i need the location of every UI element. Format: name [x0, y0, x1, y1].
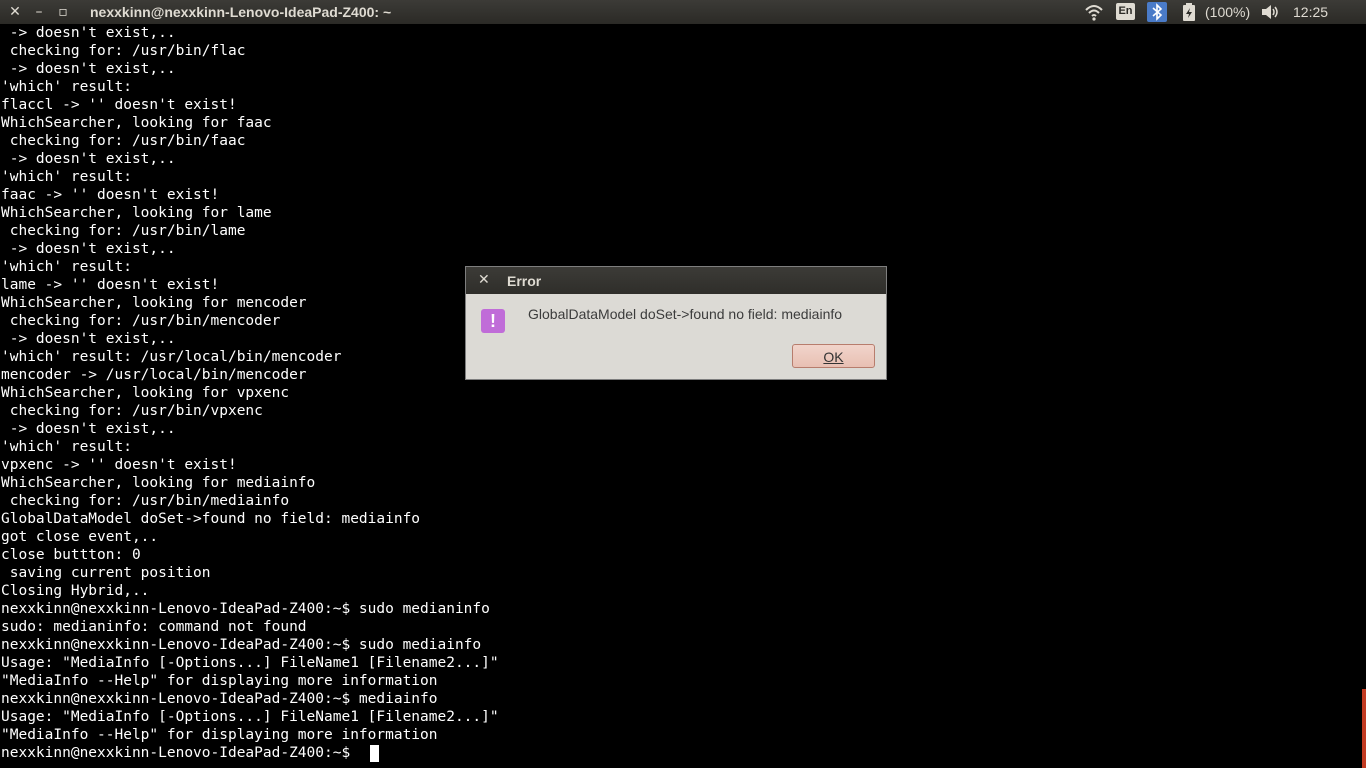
terminal-line: checking for: /usr/bin/vpxenc [1, 403, 263, 419]
terminal-line: flaccl -> '' doesn't exist! [1, 97, 237, 113]
terminal-line: -> doesn't exist,.. [1, 61, 176, 77]
terminal-line: 'which' result: [1, 169, 132, 185]
terminal-line: lame -> '' doesn't exist! [1, 277, 220, 293]
terminal-line: 'which' result: /usr/local/bin/mencoder [1, 349, 342, 365]
terminal-line: GlobalDataModel doSet->found no field: m… [1, 511, 421, 527]
dialog-title: Error [507, 273, 542, 289]
terminal-line: WhichSearcher, looking for faac [1, 115, 272, 131]
terminal-cursor [370, 745, 379, 762]
dialog-message: GlobalDataModel doSet->found no field: m… [528, 306, 843, 322]
terminal-line: checking for: /usr/bin/lame [1, 223, 246, 239]
terminal-line: "MediaInfo --Help" for displaying more i… [1, 727, 438, 743]
dialog-titlebar: ✕ Error [466, 267, 886, 294]
minimize-window-icon[interactable]: – [30, 3, 48, 21]
terminal-line: sudo: medianinfo: command not found [1, 619, 307, 635]
warning-icon: ! [481, 309, 505, 333]
volume-icon[interactable] [1261, 4, 1281, 23]
terminal-line: nexxkinn@nexxkinn-Lenovo-IdeaPad-Z400:~$… [1, 601, 490, 617]
terminal-line: -> doesn't exist,.. [1, 151, 176, 167]
ok-button-label: OK [823, 349, 844, 365]
terminal-line: checking for: /usr/bin/mencoder [1, 313, 281, 329]
bluetooth-icon[interactable] [1147, 2, 1167, 22]
terminal-line: checking for: /usr/bin/flac [1, 43, 246, 59]
terminal-line: close buttton: 0 [1, 547, 141, 563]
battery-icon[interactable] [1182, 3, 1196, 24]
dialog-close-icon[interactable]: ✕ [478, 272, 490, 288]
restore-window-icon[interactable]: ▫ [54, 3, 72, 21]
terminal-line: saving current position [1, 565, 211, 581]
battery-percentage: (100%) [1205, 4, 1251, 20]
terminal-line: nexxkinn@nexxkinn-Lenovo-IdeaPad-Z400:~$… [1, 637, 482, 653]
scrollbar-indicator[interactable] [1362, 689, 1366, 768]
keyboard-language-indicator[interactable]: En [1116, 3, 1135, 20]
terminal-line: Closing Hybrid,.. [1, 583, 150, 599]
terminal-line: Usage: "MediaInfo [-Options...] FileName… [1, 709, 499, 725]
terminal-line: "MediaInfo --Help" for displaying more i… [1, 673, 438, 689]
wifi-icon[interactable] [1085, 3, 1103, 24]
terminal-output[interactable]: -> doesn't exist,.. checking for: /usr/b… [0, 24, 1366, 768]
terminal-line: WhichSearcher, looking for mencoder [1, 295, 307, 311]
terminal-line: 'which' result: [1, 259, 132, 275]
close-window-icon[interactable]: ✕ [6, 3, 24, 21]
terminal-line: nexxkinn@nexxkinn-Lenovo-IdeaPad-Z400:~$ [1, 745, 359, 761]
terminal-line: got close event,.. [1, 529, 159, 545]
terminal-line: -> doesn't exist,.. [1, 241, 176, 257]
terminal-line: nexxkinn@nexxkinn-Lenovo-IdeaPad-Z400:~$… [1, 691, 438, 707]
terminal-line: checking for: /usr/bin/mediainfo [1, 493, 290, 509]
terminal-line: 'which' result: [1, 439, 132, 455]
error-dialog: ✕ Error ! GlobalDataModel doSet->found n… [465, 266, 887, 380]
top-panel: ✕ – ▫ nexxkinn@nexxkinn-Lenovo-IdeaPad-Z… [0, 0, 1366, 24]
terminal-line: -> doesn't exist,.. [1, 331, 176, 347]
terminal-line: WhichSearcher, looking for lame [1, 205, 272, 221]
terminal-line: Usage: "MediaInfo [-Options...] FileName… [1, 655, 499, 671]
terminal-line: vpxenc -> '' doesn't exist! [1, 457, 237, 473]
ok-button[interactable]: OK [792, 344, 875, 368]
terminal-line: -> doesn't exist,.. [1, 421, 176, 437]
terminal-line: -> doesn't exist,.. [1, 25, 176, 41]
terminal-line: mencoder -> /usr/local/bin/mencoder [1, 367, 307, 383]
terminal-line: 'which' result: [1, 79, 132, 95]
terminal-line: WhichSearcher, looking for mediainfo [1, 475, 316, 491]
terminal-line: WhichSearcher, looking for vpxenc [1, 385, 290, 401]
terminal-line: faac -> '' doesn't exist! [1, 187, 220, 203]
terminal-line: checking for: /usr/bin/faac [1, 133, 246, 149]
clock[interactable]: 12:25 [1293, 0, 1328, 24]
window-title: nexxkinn@nexxkinn-Lenovo-IdeaPad-Z400: ~ [90, 4, 392, 20]
